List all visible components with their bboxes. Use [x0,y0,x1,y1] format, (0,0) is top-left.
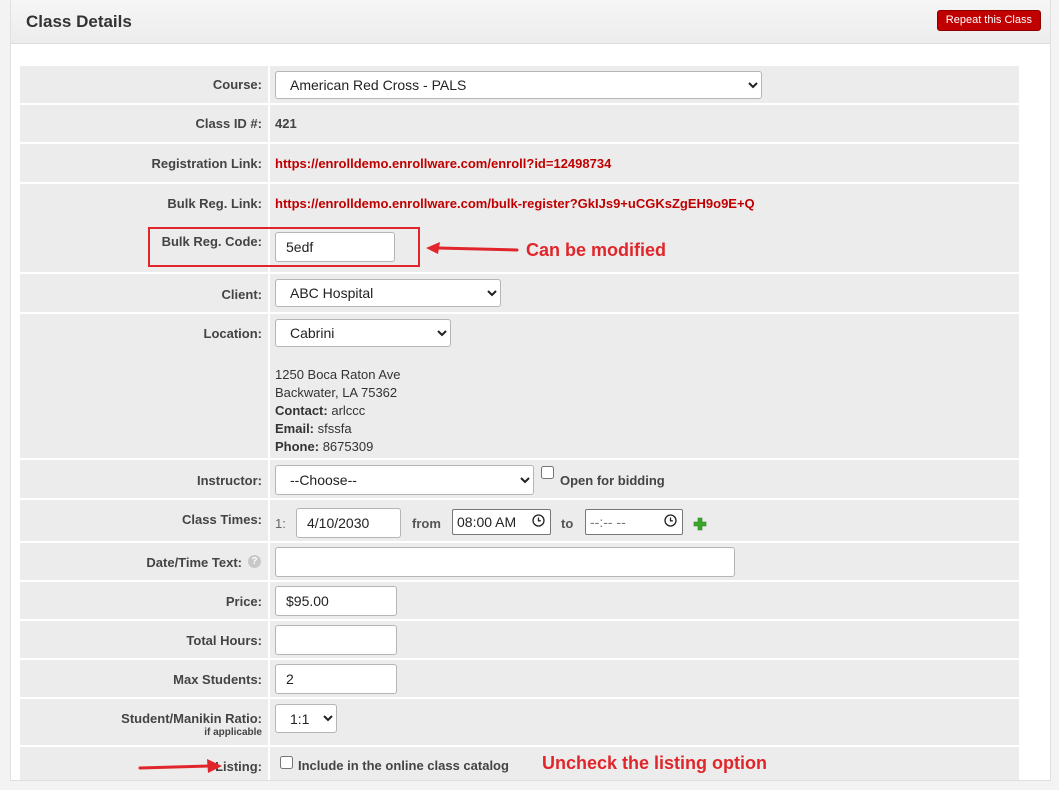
listing-checkbox[interactable] [280,756,293,769]
registration-link-label: Registration Link: [151,156,262,171]
class-id-row: Class ID #: 421 [20,105,1019,142]
location-phone: Phone: 8675309 [275,439,374,454]
can-be-modified-note: Can be modified [526,240,667,260]
panel-header: Class Details Repeat this Class [11,0,1050,44]
client-row: Client: ABC Hospital [20,274,1019,312]
help-icon[interactable]: ? [248,555,261,568]
class-times-row: Class Times: 1: from 08:00 AM to --:-- -… [20,500,1019,541]
clock-icon [532,514,545,530]
ratio-select[interactable]: 1:1 [275,704,337,733]
bulk-reg-link[interactable]: https://enrolldemo.enrollware.com/bulk-r… [275,196,755,211]
class-id-label: Class ID #: [195,116,262,131]
location-row: Location: Cabrini 1250 Boca Raton Ave Ba… [20,314,1019,458]
open-for-bidding-label: Open for bidding [560,473,665,488]
max-students-input[interactable] [275,664,397,694]
location-email: Email: sfssfa [275,421,352,436]
bulk-code-highlight-box [148,227,420,267]
price-label: Price: [225,594,262,609]
ratio-label: Student/Manikin Ratio: [121,711,262,726]
client-label: Client: [221,287,262,302]
total-hours-label: Total Hours: [186,633,262,648]
max-students-label: Max Students: [173,672,262,687]
price-row: Price: [20,582,1019,619]
registration-link[interactable]: https://enrolldemo.enrollware.com/enroll… [275,156,611,171]
datetime-text-row: Date/Time Text: ? [20,543,1019,580]
course-select[interactable]: American Red Cross - PALS [275,71,762,99]
registration-link-row: Registration Link: https://enrolldemo.en… [20,144,1019,182]
location-select[interactable]: Cabrini [275,319,451,347]
location-label: Location: [203,326,263,341]
ratio-sublabel: if applicable [204,727,262,738]
datetime-text-label: Date/Time Text: [146,555,242,570]
open-for-bidding-checkbox[interactable] [541,466,554,479]
to-label: to [561,516,574,531]
arrow-left-annotation [426,242,519,254]
total-hours-input[interactable] [275,625,397,655]
datetime-text-input[interactable] [275,547,735,577]
class-time-index: 1: [275,516,286,531]
instructor-select[interactable]: --Choose-- [275,465,534,495]
location-contact: Contact: arlccc [275,403,366,418]
arrow-right-annotation [138,759,222,773]
end-time-input[interactable]: --:-- -- [585,509,683,535]
plus-icon[interactable] [693,517,707,534]
bulk-reg-link-label: Bulk Reg. Link: [167,196,262,211]
listing-checkbox-label: Include in the online class catalog [298,758,509,773]
total-hours-row: Total Hours: [20,621,1019,658]
price-input[interactable] [275,586,397,616]
course-row: Course: American Red Cross - PALS [20,66,1019,103]
start-time-input[interactable]: 08:00 AM [452,509,551,535]
class-date-input[interactable] [296,508,401,538]
page-title: Class Details [26,12,132,31]
client-select[interactable]: ABC Hospital [275,279,501,307]
ratio-row: Student/Manikin Ratio: if applicable 1:1 [20,699,1019,745]
course-label: Course: [212,77,262,92]
location-address-line1: 1250 Boca Raton Ave [275,367,401,382]
repeat-class-button[interactable]: Repeat this Class [936,10,1041,31]
class-id-value: 421 [275,116,297,131]
from-label: from [412,516,441,531]
instructor-label: Instructor: [197,473,262,488]
class-times-label: Class Times: [182,512,262,527]
instructor-row: Instructor: --Choose-- Open for bidding [20,460,1019,498]
clock-icon [664,514,677,530]
location-address-line2: Backwater, LA 75362 [275,385,398,400]
uncheck-listing-note: Uncheck the listing option [542,753,768,773]
max-students-row: Max Students: [20,660,1019,697]
